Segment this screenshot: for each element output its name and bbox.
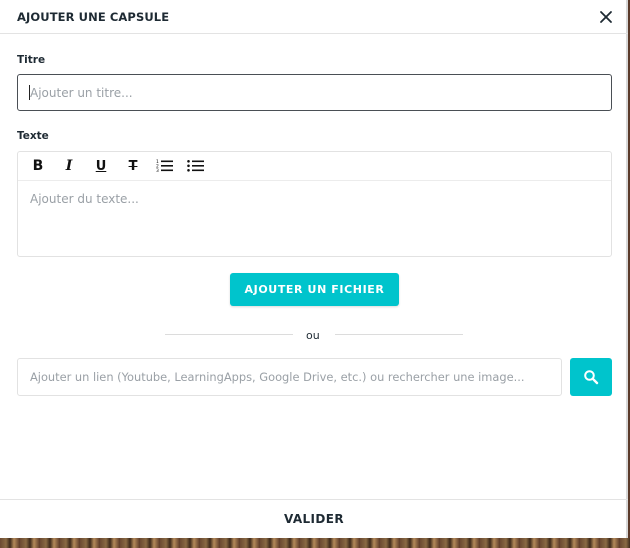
validate-button[interactable]: VALIDER — [0, 500, 628, 538]
editor-text-area[interactable]: Ajouter du texte... — [30, 192, 139, 206]
link-search-input[interactable] — [17, 358, 562, 396]
text-caret — [29, 85, 30, 100]
divider-left — [165, 334, 293, 335]
strikethrough-button[interactable]: T — [122, 156, 144, 176]
title-input[interactable] — [17, 74, 612, 111]
title-label: Titre — [17, 54, 46, 66]
bold-icon: B — [32, 158, 44, 174]
bullet-list-icon — [187, 160, 204, 172]
italic-icon: I — [65, 158, 73, 174]
dialog-header: AJOUTER UNE CAPSULE — [0, 0, 628, 34]
close-icon — [600, 11, 612, 23]
editor-placeholder: Ajouter du texte... — [30, 192, 139, 206]
ordered-list-button[interactable]: 1 2 3 — [154, 156, 176, 176]
svg-text:3: 3 — [156, 168, 159, 173]
rich-text-editor: B I U T 1 2 3 Ajouter du texte... — [17, 151, 612, 257]
text-label: Texte — [17, 130, 49, 142]
strikethrough-icon: T — [128, 158, 138, 174]
add-capsule-dialog: AJOUTER UNE CAPSULE Titre Texte B I U T — [0, 0, 628, 538]
search-icon — [584, 370, 599, 385]
close-button[interactable] — [596, 7, 616, 27]
dialog-title: AJOUTER UNE CAPSULE — [17, 10, 170, 24]
dialog-footer: VALIDER — [0, 499, 628, 538]
italic-button[interactable]: I — [58, 156, 80, 176]
or-separator: ou — [306, 329, 320, 342]
editor-toolbar: B I U T 1 2 3 — [18, 152, 611, 181]
bullet-list-button[interactable] — [185, 156, 207, 176]
ordered-list-icon: 1 2 3 — [156, 159, 173, 173]
divider-right — [335, 334, 463, 335]
add-file-button[interactable]: AJOUTER UN FICHIER — [230, 273, 399, 306]
underline-icon: U — [95, 158, 107, 174]
search-button[interactable] — [570, 358, 612, 396]
bold-button[interactable]: B — [27, 156, 49, 176]
underline-button[interactable]: U — [90, 156, 112, 176]
page-backdrop — [0, 538, 630, 548]
